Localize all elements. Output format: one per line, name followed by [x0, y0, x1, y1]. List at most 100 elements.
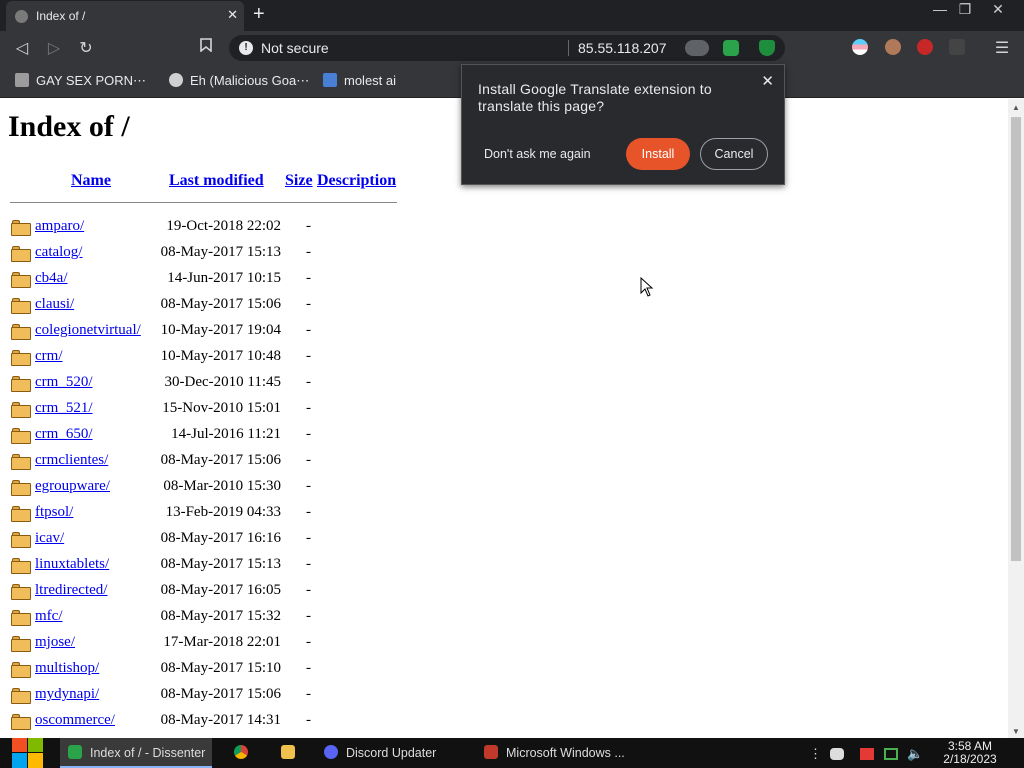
folder-icon [281, 745, 295, 759]
extension-icon[interactable] [949, 39, 965, 55]
taskbar-item-discord[interactable]: Discord Updater [318, 738, 472, 768]
directory-link[interactable]: crm_520/ [35, 374, 93, 391]
directory-link[interactable]: crm_521/ [35, 400, 93, 417]
last-modified: 13-Feb-2019 04:33 [165, 504, 281, 520]
globe-icon [169, 73, 183, 87]
directory-link[interactable]: oscommerce/ [35, 712, 115, 729]
directory-link[interactable]: ltredirected/ [35, 582, 107, 599]
table-row: mydynapi/08-May-2017 15:06 - [0, 683, 420, 709]
bookmark-favicon-icon [323, 73, 337, 87]
avatar-extension-icon[interactable] [885, 39, 901, 55]
scroll-down-icon[interactable]: ▼ [1012, 727, 1020, 736]
file-size: - [306, 244, 311, 260]
chat-icon[interactable] [723, 40, 739, 56]
menu-icon[interactable]: ☰ [991, 38, 1013, 58]
bookmark-item[interactable]: Eh (Malicious Goa⋯ [169, 73, 309, 89]
last-modified: 08-Mar-2010 15:30 [163, 478, 281, 494]
directory-link[interactable]: mjose/ [35, 634, 75, 651]
folder-icon [11, 220, 31, 236]
popup-close-icon[interactable]: ✕ [761, 72, 774, 90]
taskbar-item-dissenter[interactable]: Index of / - Dissenter [60, 738, 212, 768]
table-row: icav/08-May-2017 16:16 - [0, 527, 420, 553]
directory-link[interactable]: icav/ [35, 530, 64, 547]
file-size: - [306, 608, 311, 624]
directory-link[interactable]: crm/ [35, 348, 63, 365]
folder-icon [11, 610, 31, 626]
folder-icon [11, 506, 31, 522]
column-header-name[interactable]: Name [71, 172, 111, 190]
app-icon [484, 745, 498, 759]
directory-link[interactable]: catalog/ [35, 244, 82, 261]
reload-icon[interactable]: ↻ [75, 38, 97, 58]
last-modified: 10-May-2017 10:48 [160, 348, 281, 364]
tab-close-icon[interactable]: ✕ [227, 7, 238, 23]
directory-link[interactable]: crm_650/ [35, 426, 93, 443]
column-header-size[interactable]: Size [285, 172, 313, 190]
minimize-icon[interactable]: — [926, 1, 954, 21]
column-header-description[interactable]: Description [317, 172, 396, 190]
folder-icon [11, 324, 31, 340]
translate-icon[interactable] [685, 40, 709, 56]
scroll-up-icon[interactable]: ▲ [1012, 103, 1020, 112]
table-row: amparo/19-Oct-2018 22:02 - [0, 215, 420, 241]
table-row: linuxtablets/08-May-2017 15:13 - [0, 553, 420, 579]
install-button[interactable]: Install [626, 138, 690, 170]
volume-icon[interactable]: 🔈 [907, 746, 923, 762]
window-close-icon[interactable]: ✕ [984, 1, 1012, 21]
new-tab-icon[interactable]: + [253, 3, 265, 26]
bookmark-item[interactable]: molest ai [323, 73, 396, 88]
scrollbar[interactable]: ▲ ▼ [1008, 99, 1024, 738]
column-header-modified[interactable]: Last modified [169, 172, 264, 190]
bookmark-icon[interactable] [195, 38, 217, 57]
not-secure-icon[interactable]: ! [239, 41, 253, 55]
cancel-button[interactable]: Cancel [700, 138, 768, 170]
directory-link[interactable]: cb4a/ [35, 270, 67, 287]
url-text[interactable]: 85.55.118.207 [578, 40, 667, 56]
directory-link[interactable]: clausi/ [35, 296, 74, 313]
back-icon[interactable]: ◁ [11, 38, 33, 58]
ublock-icon[interactable] [917, 39, 933, 55]
table-row: crm_520/30-Dec-2010 11:45 - [0, 371, 420, 397]
divider [10, 202, 397, 203]
taskbar-item-explorer[interactable] [281, 738, 301, 768]
windows-start-icon[interactable] [10, 738, 44, 768]
browser-tab[interactable]: Index of / ✕ [6, 1, 244, 31]
flag-extension-icon[interactable] [852, 39, 868, 55]
directory-link[interactable]: crmclientes/ [35, 452, 108, 469]
file-size: - [306, 530, 311, 546]
translate-popup: Install Google Translate extension to tr… [461, 64, 785, 185]
last-modified: 17-Mar-2018 22:01 [163, 634, 281, 650]
folder-icon [11, 350, 31, 366]
taskbar: Index of / - Dissenter Discord Updater M… [0, 738, 1024, 768]
directory-link[interactable]: mydynapi/ [35, 686, 99, 703]
directory-link[interactable]: colegionetvirtual/ [35, 322, 141, 339]
directory-link[interactable]: linuxtablets/ [35, 556, 109, 573]
directory-link[interactable]: mfc/ [35, 608, 63, 625]
taskbar-item-windows[interactable]: Microsoft Windows ... [478, 738, 630, 768]
table-row: crm_650/14-Jul-2016 11:21 - [0, 423, 420, 449]
table-row: colegionetvirtual/10-May-2017 19:04 - [0, 319, 420, 345]
system-clock[interactable]: 3:58 AM 2/18/2023 [936, 740, 1004, 766]
dont-ask-button[interactable]: Don't ask me again [484, 147, 591, 161]
file-size: - [306, 504, 311, 520]
discord-tray-icon[interactable] [830, 748, 844, 760]
directory-link[interactable]: ftpsol/ [35, 504, 73, 521]
directory-link[interactable]: egroupware/ [35, 478, 110, 495]
last-modified: 08-May-2017 15:13 [160, 244, 281, 260]
directory-link[interactable]: multishop/ [35, 660, 99, 677]
flag-tray-icon[interactable] [860, 748, 874, 760]
shield-icon[interactable] [759, 40, 775, 56]
folder-icon [11, 272, 31, 288]
scrollbar-thumb[interactable] [1011, 117, 1021, 561]
folder-icon [11, 246, 31, 262]
directory-link[interactable]: amparo/ [35, 218, 84, 235]
network-icon[interactable] [884, 748, 898, 760]
forward-icon[interactable]: ▷ [43, 38, 65, 58]
address-bar[interactable]: ! Not secure 85.55.118.207 [229, 35, 785, 61]
file-size: - [306, 452, 311, 468]
restore-icon[interactable]: ❐ [951, 1, 979, 21]
bookmark-item[interactable]: GAY SEX PORN⋯ [15, 73, 146, 89]
taskbar-item-chrome[interactable] [234, 738, 254, 768]
tray-overflow-icon[interactable]: ⋮ [809, 746, 822, 762]
last-modified: 08-May-2017 16:16 [160, 530, 281, 546]
